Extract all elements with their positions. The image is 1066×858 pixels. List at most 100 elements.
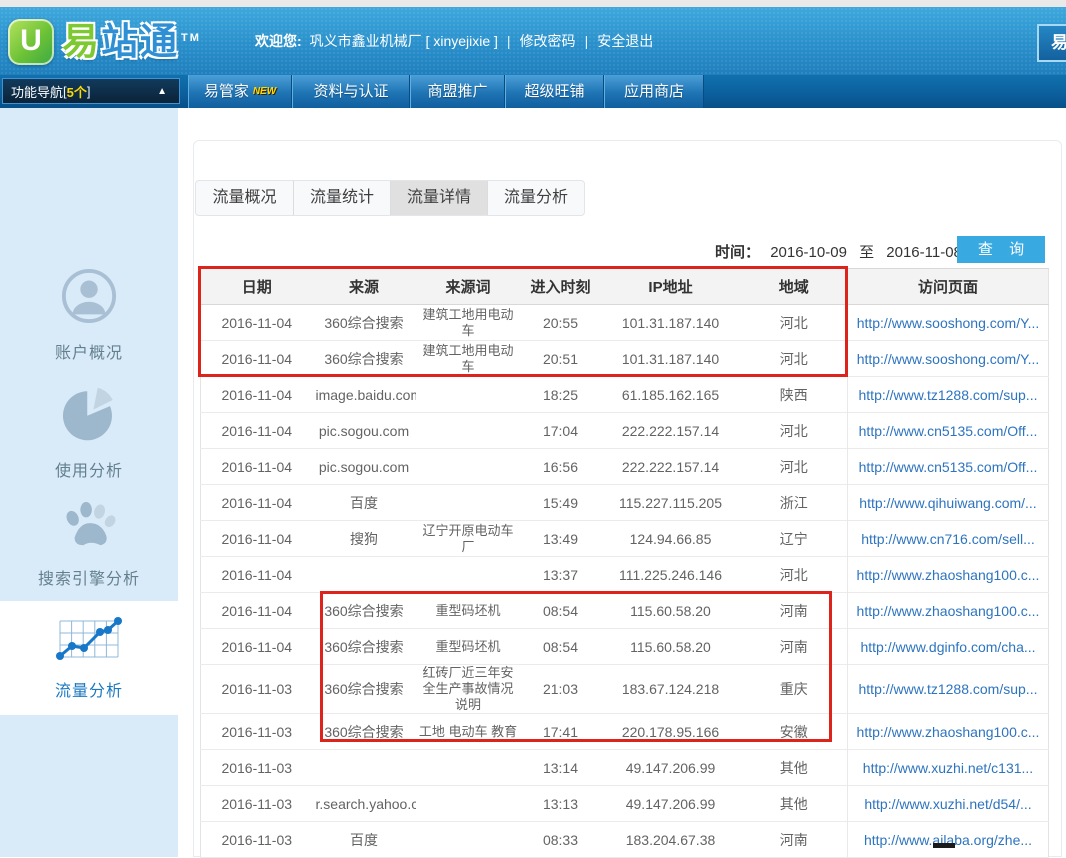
visited-page-link[interactable]: http://www.cn5135.com/Off... [859,459,1038,475]
cell [416,485,521,521]
tab-2[interactable]: 流量统计 [293,181,390,215]
visited-page-link[interactable]: http://www.sooshong.com/Y... [857,351,1040,367]
cell: 2016-11-04 [201,413,313,449]
cell: 2016-11-04 [201,521,313,557]
column-header: 来源词 [416,269,521,305]
tab-1[interactable]: 流量概况 [196,181,293,215]
screenshot-artifact-dash [933,843,955,848]
visited-page-link[interactable]: http://www.zhaoshang100.c... [857,603,1040,619]
cell-url: http://www.tz1288.com/sup... [848,377,1049,413]
cell: 2016-11-04 [201,593,313,629]
cell: 115.60.58.20 [601,593,741,629]
cell: 工地 电动车 教育 [416,714,521,750]
cell: 安徽 [741,714,848,750]
change-password-link[interactable]: 修改密码 [520,31,576,51]
visited-page-link[interactable]: http://www.sooshong.com/Y... [857,315,1040,331]
visited-page-link[interactable]: http://www.xuzhi.net/c131... [863,760,1033,776]
date-filter: 时间： 2016-10-09 至 2016-11-08 [715,241,968,262]
cell: 08:54 [521,629,601,665]
tab-3[interactable]: 流量详情 [390,181,487,215]
query-button[interactable]: 查 询 [957,236,1045,263]
sidebar-item-label: 使用分析 [55,457,123,481]
cell-url: http://www.sooshong.com/Y... [848,305,1049,341]
cell: 河北 [741,305,848,341]
cell: 2016-11-04 [201,341,313,377]
cell: 百度 [313,822,416,858]
sidebar-item-3[interactable]: 搜索引擎分析 [0,502,178,586]
chevron-up-icon: ▲ [157,87,167,97]
visited-page-link[interactable]: http://www.zhaoshang100.c... [857,724,1040,740]
column-header: 日期 [201,269,313,305]
cell: 13:13 [521,786,601,822]
cell: 其他 [741,786,848,822]
cell: 360综合搜索 [313,341,416,377]
cell: pic.sogou.com [313,449,416,485]
cell: 2016-11-04 [201,449,313,485]
cell [416,786,521,822]
cell: 222.222.157.14 [601,413,741,449]
cell: 16:56 [521,449,601,485]
visited-page-link[interactable]: http://www.qihuiwang.com/... [859,495,1036,511]
cell-url: http://www.xuzhi.net/d54/... [848,786,1049,822]
cell: 重庆 [741,665,848,714]
cell: 重型码坯机 [416,629,521,665]
nav-tab-4[interactable]: 超级旺铺 [505,75,604,108]
visited-page-link[interactable]: http://www.zhaoshang100.c... [857,567,1040,583]
paw-icon [61,502,117,555]
cell [313,557,416,593]
cell: 河北 [741,341,848,377]
cell: 河南 [741,629,848,665]
cell: 183.67.124.218 [601,665,741,714]
visited-page-link[interactable]: http://www.xuzhi.net/d54/... [864,796,1031,812]
cell: 360综合搜索 [313,629,416,665]
function-nav-dropdown[interactable]: 功能导航 [ 5个 ] ▲ [2,78,180,104]
cell: 辽宁 [741,521,848,557]
browser-top-strip [0,0,1066,7]
cell: r.search.yahoo.com [313,786,416,822]
sidebar-item-2[interactable]: 使用分析 [0,386,178,478]
corner-yizhantong-button[interactable]: 易站通 [1037,24,1066,62]
visited-page-link[interactable]: http://www.dginfo.com/cha... [860,639,1035,655]
table-row: 2016-11-0413:37111.225.246.146河北http://w… [201,557,1049,593]
cell: 2016-11-04 [201,377,313,413]
nav-tab-label: 易管家 [204,83,249,100]
nav-tab-5[interactable]: 应用商店 [604,75,704,108]
main-navbar: 功能导航 [ 5个 ] ▲ 易管家NEW资料与认证商盟推广超级旺铺应用商店 [0,75,1066,108]
cell-url: http://www.zhaoshang100.c... [848,714,1049,750]
pie-icon [61,386,117,447]
tab-4[interactable]: 流量分析 [487,181,584,215]
cell: 其他 [741,750,848,786]
table-row: 2016-11-04360综合搜索重型码坯机08:54115.60.58.20河… [201,629,1049,665]
visited-page-link[interactable]: http://www.cn5135.com/Off... [859,423,1038,439]
cell: 2016-11-03 [201,786,313,822]
cell: 18:25 [521,377,601,413]
cell: 61.185.162.165 [601,377,741,413]
table-row: 2016-11-03360综合搜索工地 电动车 教育17:41220.178.9… [201,714,1049,750]
traffic-detail-table: 日期来源来源词进入时刻IP地址地域访问页面 2016-11-04360综合搜索建… [200,268,1049,858]
table-row: 2016-11-04image.baidu.com18:2561.185.162… [201,377,1049,413]
cell [313,750,416,786]
visited-page-link[interactable]: http://www.tz1288.com/sup... [859,387,1038,403]
table-row: 2016-11-03百度08:33183.204.67.38河南http://w… [201,822,1049,858]
cell: 百度 [313,485,416,521]
cell: 220.178.95.166 [601,714,741,750]
cell: 2016-11-03 [201,665,313,714]
nav-tab-3[interactable]: 商盟推广 [410,75,505,108]
cell-url: http://www.cn5135.com/Off... [848,449,1049,485]
sidebar-item-1[interactable]: 账户概况 [0,268,178,360]
start-date-field[interactable]: 2016-10-09 [770,244,847,261]
end-date-field[interactable]: 2016-11-08 [886,244,962,261]
cell: 红砖厂近三年安全生产事故情况说明 [416,665,521,714]
logout-link[interactable]: 安全退出 [597,31,653,51]
sidebar-item-4[interactable]: 流量分析 [0,601,178,715]
nav-tab-1[interactable]: 易管家NEW [188,75,292,108]
traffic-tab-group: 流量概况流量统计流量详情流量分析 [195,180,585,216]
table-body: 2016-11-04360综合搜索建筑工地用电动车20:55101.31.187… [201,305,1049,858]
sidebar: 账户概况使用分析搜索引擎分析流量分析 [0,108,178,857]
nav-tab-2[interactable]: 资料与认证 [292,75,410,108]
table-header-row: 日期来源来源词进入时刻IP地址地域访问页面 [201,269,1049,305]
visited-page-link[interactable]: http://www.tz1288.com/sup... [859,681,1038,697]
cell: 08:54 [521,593,601,629]
logo-text: 易站通TM [62,17,201,67]
visited-page-link[interactable]: http://www.cn716.com/sell... [861,531,1035,547]
